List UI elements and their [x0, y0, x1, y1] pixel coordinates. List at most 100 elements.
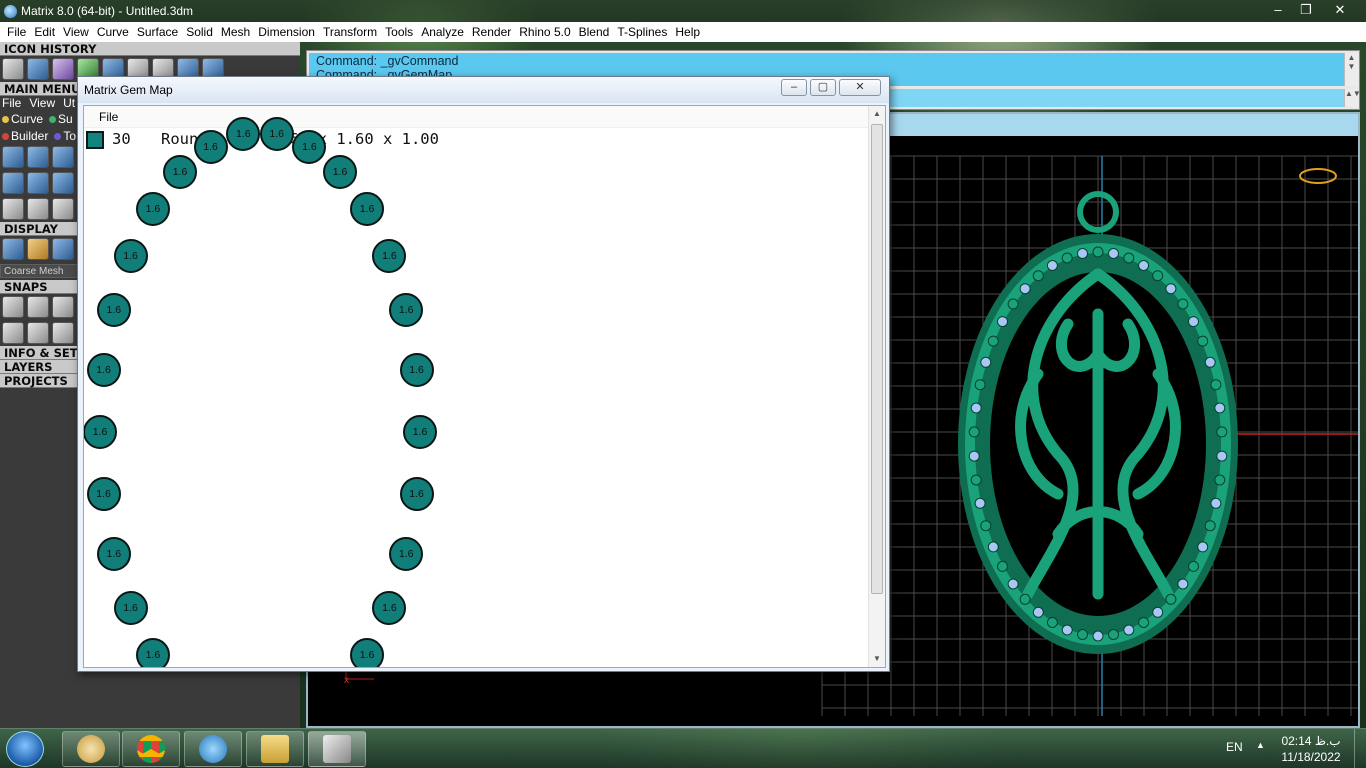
scroll-down-arrow-icon[interactable]: ▼: [869, 651, 885, 667]
gem-map-title: Matrix Gem Map: [84, 83, 173, 97]
category-curve[interactable]: Curve: [2, 112, 43, 126]
menu-help[interactable]: Help: [671, 25, 704, 39]
taskbar-chrome[interactable]: [122, 731, 180, 767]
category-builder[interactable]: Builder: [2, 129, 48, 143]
category-tools[interactable]: To: [54, 129, 76, 143]
box-tool-icon[interactable]: [52, 58, 74, 80]
menu-render[interactable]: Render: [468, 25, 515, 39]
bezel-icon[interactable]: [27, 146, 49, 168]
render-icon[interactable]: [27, 238, 49, 260]
menu-solid[interactable]: Solid: [182, 25, 217, 39]
tray-date: 11/18/2022: [1281, 750, 1341, 764]
gem-marker: 1.6: [113, 238, 148, 273]
taskbar-paint[interactable]: [62, 731, 120, 767]
shaded-sphere-icon[interactable]: [52, 238, 74, 260]
tray-time: 02:14 ب.ظ: [1281, 734, 1341, 748]
app-title-bar: Matrix 8.0 (64-bit) - Untitled.3dm – ❐ ✕: [0, 0, 1366, 22]
menu-dimension[interactable]: Dimension: [254, 25, 319, 39]
gem-marker: 1.6: [323, 155, 357, 190]
menu-tsplines[interactable]: T-Splines: [613, 25, 671, 39]
gem-marker: 1.6: [226, 116, 261, 151]
gem-marker: 1.6: [163, 155, 197, 190]
gem-marker: 1.6: [372, 591, 407, 626]
grid-snap-icon[interactable]: [2, 322, 24, 344]
menu-tools[interactable]: Tools: [381, 25, 417, 39]
command-history-scrollbar[interactable]: ▲ ▼: [1344, 53, 1358, 86]
gem-map-file-menu[interactable]: File: [99, 110, 118, 124]
show-desktop-button[interactable]: [1354, 729, 1366, 768]
menu-curve[interactable]: Curve: [93, 25, 133, 39]
line-snap-icon[interactable]: [52, 322, 74, 344]
head-icon[interactable]: [52, 146, 74, 168]
main-menu-utilities[interactable]: Ut: [63, 96, 75, 110]
menu-edit[interactable]: Edit: [30, 25, 59, 39]
gem-marker: 1.6: [399, 477, 434, 512]
wireframe-icon[interactable]: [2, 238, 24, 260]
menu-rhino[interactable]: Rhino 5.0: [515, 25, 574, 39]
category-surface[interactable]: Su: [49, 112, 73, 126]
gem-marker: 1.6: [86, 477, 121, 512]
gem-map-maximize-button[interactable]: ▢: [810, 79, 836, 96]
taskbar-explorer[interactable]: [246, 731, 304, 767]
ring-rail-icon[interactable]: [2, 146, 24, 168]
command-line-scrollbar[interactable]: ▲▼: [1344, 89, 1361, 107]
gem-marker: 1.6: [135, 637, 170, 667]
tray-clock[interactable]: 02:14 ب.ظ 11/18/2022: [1278, 733, 1344, 765]
menu-analyze[interactable]: Analyze: [417, 25, 468, 39]
chrome-icon: [137, 735, 165, 763]
end-snap-icon[interactable]: [2, 296, 24, 318]
taskbar-matrix[interactable]: [308, 731, 366, 767]
start-button[interactable]: [6, 731, 44, 767]
matrix-icon: [323, 735, 351, 763]
menu-file[interactable]: File: [3, 25, 30, 39]
gem-marker: 1.6: [96, 293, 131, 327]
menu-mesh[interactable]: Mesh: [217, 25, 254, 39]
curve-icon[interactable]: [52, 198, 74, 220]
shank-icon[interactable]: [2, 172, 24, 194]
main-menu-file[interactable]: File: [2, 96, 21, 110]
main-menu-view[interactable]: View: [29, 96, 55, 110]
tangent-snap-icon[interactable]: [27, 296, 49, 318]
menu-blend[interactable]: Blend: [575, 25, 614, 39]
taskbar-v8[interactable]: [184, 731, 242, 767]
sphere-tool-icon[interactable]: [27, 58, 49, 80]
icon-history-header[interactable]: ICON HISTORY: [0, 42, 300, 56]
taskbar: EN ▲ 02:14 ب.ظ 11/18/2022: [0, 728, 1366, 768]
gem-marker: 1.6: [193, 129, 228, 164]
gem-map-title-bar[interactable]: Matrix Gem Map – ▢ ✕: [78, 77, 889, 103]
gem-marker: 1.6: [389, 293, 424, 327]
point-tool-icon[interactable]: [2, 58, 24, 80]
gem-map-scrollbar[interactable]: ▲ ▼: [868, 106, 885, 667]
diamond-icon[interactable]: [27, 172, 49, 194]
explorer-icon: [261, 735, 289, 763]
menu-view[interactable]: View: [59, 25, 93, 39]
menu-bar: File Edit View Curve Surface Solid Mesh …: [0, 22, 1366, 42]
menu-transform[interactable]: Transform: [319, 25, 381, 39]
gem-marker: 1.6: [389, 537, 424, 571]
gem-color-swatch: [86, 131, 104, 149]
gem-marker: 1.6: [372, 238, 407, 273]
arc-icon[interactable]: [27, 198, 49, 220]
command-history-line: Command: _gvCommand: [316, 54, 459, 68]
tray-expand-icon[interactable]: ▲: [1256, 740, 1265, 750]
cubes-icon[interactable]: [2, 198, 24, 220]
close-button[interactable]: ✕: [1320, 0, 1360, 20]
gem-map-minimize-button[interactable]: –: [781, 79, 807, 96]
gem-marker: 1.6: [350, 192, 385, 227]
scroll-up-arrow-icon[interactable]: ▲: [869, 106, 885, 122]
scroll-thumb[interactable]: [871, 124, 883, 594]
box-snap-icon[interactable]: [27, 322, 49, 344]
pave-icon[interactable]: [52, 172, 74, 194]
language-indicator[interactable]: EN: [1226, 740, 1243, 754]
app-title: Matrix 8.0 (64-bit) - Untitled.3dm: [21, 4, 194, 18]
paint-icon: [77, 735, 105, 763]
surface-dot-icon: [49, 115, 57, 123]
menu-surface[interactable]: Surface: [133, 25, 182, 39]
pendant-model: [958, 191, 1238, 654]
gem-map-close-button[interactable]: ✕: [839, 79, 881, 96]
gem-marker: 1.6: [292, 129, 327, 164]
minimize-button[interactable]: –: [1264, 0, 1292, 20]
restore-button[interactable]: ❐: [1292, 0, 1320, 20]
gem-marker: 1.6: [135, 192, 170, 227]
center-snap-icon[interactable]: [52, 296, 74, 318]
